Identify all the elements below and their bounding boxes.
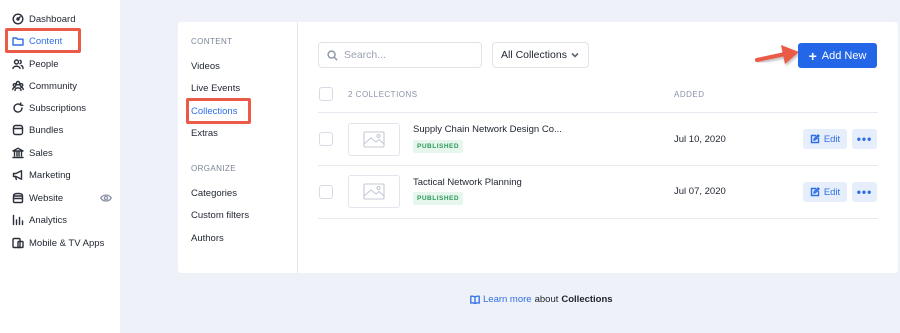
plus-icon: +	[808, 47, 817, 64]
more-options-button[interactable]: •••	[852, 129, 877, 149]
sidebar-item-bundles[interactable]: Bundles	[12, 121, 63, 139]
subnav-item-categories[interactable]: Categories	[191, 188, 237, 199]
collections-highlight-box	[186, 98, 251, 124]
filter-value: All Collections	[501, 49, 567, 61]
sidebar-item-subscriptions[interactable]: Subscriptions	[12, 99, 86, 117]
image-placeholder-icon	[363, 183, 385, 200]
sidebar-item-website[interactable]: Website	[12, 189, 63, 207]
sidebar-item-label: Dashboard	[29, 13, 76, 25]
mobile-tv-icon	[12, 237, 24, 249]
main-sidebar: Dashboard Content People Community Subsc…	[0, 0, 120, 333]
row-divider	[318, 112, 878, 113]
subnav-item-live-events[interactable]: Live Events	[191, 83, 240, 94]
add-new-button[interactable]: + Add New	[798, 43, 877, 68]
image-placeholder-icon	[363, 131, 385, 148]
added-column-header: ADDED	[674, 90, 705, 99]
bundles-icon	[12, 124, 24, 136]
megaphone-icon	[12, 169, 24, 181]
chevron-down-icon	[571, 52, 579, 58]
learn-more-label: Learn more	[483, 294, 532, 305]
sidebar-item-mobile-tv-apps[interactable]: Mobile & TV Apps	[12, 234, 104, 252]
dashboard-icon	[12, 13, 24, 25]
subnav-item-authors[interactable]: Authors	[191, 233, 224, 244]
collection-title[interactable]: Supply Chain Network Design Co...	[413, 124, 562, 135]
sidebar-item-label: Bundles	[29, 124, 64, 136]
edit-button[interactable]: Edit	[803, 182, 847, 202]
collection-title[interactable]: Tactical Network Planning	[413, 177, 522, 188]
analytics-icon	[12, 214, 24, 226]
row-divider	[318, 165, 878, 166]
sales-icon	[12, 147, 24, 159]
sidebar-item-label: Community	[29, 80, 78, 92]
row-checkbox[interactable]	[319, 132, 333, 146]
subnav-heading-organize: ORGANIZE	[191, 164, 236, 173]
community-icon	[12, 80, 24, 92]
book-icon	[470, 295, 480, 304]
edit-label: Edit	[823, 133, 841, 145]
sidebar-item-label: Mobile & TV Apps	[29, 237, 105, 249]
sidebar-item-dashboard[interactable]: Dashboard	[12, 10, 75, 28]
sidebar-item-sales[interactable]: Sales	[12, 144, 53, 162]
sidebar-item-people[interactable]: People	[12, 55, 59, 73]
sidebar-item-marketing[interactable]: Marketing	[12, 166, 71, 184]
collections-count-header: 2 COLLECTIONS	[348, 90, 418, 99]
collection-thumbnail	[348, 175, 400, 208]
subnav-item-videos[interactable]: Videos	[191, 61, 220, 72]
search-input[interactable]	[344, 49, 474, 61]
search-box[interactable]	[318, 42, 482, 68]
more-options-button[interactable]: •••	[852, 182, 877, 202]
sidebar-item-label: Analytics	[29, 214, 68, 226]
sidebar-item-analytics[interactable]: Analytics	[12, 211, 67, 229]
learn-more-link[interactable]: Learn more	[470, 294, 532, 305]
sidebar-item-label: Website	[29, 192, 64, 204]
sidebar-item-label: Subscriptions	[29, 102, 87, 114]
website-icon	[12, 192, 24, 204]
content-card: CONTENT Videos Live Events Collections E…	[178, 22, 898, 273]
subnav-heading-content: CONTENT	[191, 37, 233, 46]
row-divider	[318, 218, 878, 219]
annotation-arrow-icon	[755, 45, 799, 64]
collection-thumbnail	[348, 123, 400, 156]
status-badge: PUBLISHED	[413, 192, 464, 205]
subscriptions-icon	[12, 102, 24, 114]
add-new-label: Add New	[821, 49, 867, 62]
added-date: Jul 10, 2020	[674, 134, 726, 145]
edit-button[interactable]: Edit	[803, 129, 847, 149]
sidebar-item-label: Marketing	[29, 169, 71, 181]
people-icon	[12, 58, 24, 70]
status-badge: PUBLISHED	[413, 140, 464, 153]
search-icon	[327, 49, 338, 61]
subnav-item-custom-filters[interactable]: Custom filters	[191, 210, 249, 221]
sidebar-item-label: Sales	[29, 147, 53, 159]
added-date: Jul 07, 2020	[674, 186, 726, 197]
sidebar-item-community[interactable]: Community	[12, 77, 77, 95]
collections-panel: All Collections + Add New 2 COLLECTIONS …	[298, 22, 898, 273]
footer-subject: Collections	[561, 294, 613, 305]
row-checkbox[interactable]	[319, 185, 333, 199]
footer-text: about	[534, 294, 559, 305]
content-highlight-box	[5, 28, 81, 53]
sidebar-item-label: People	[29, 58, 59, 70]
edit-icon	[810, 134, 820, 144]
select-all-checkbox[interactable]	[319, 87, 333, 101]
help-footer: Learn more about Collections	[0, 294, 900, 305]
subnav-item-extras[interactable]: Extras	[191, 128, 218, 139]
collection-filter-select[interactable]: All Collections	[492, 42, 589, 68]
edit-label: Edit	[823, 186, 841, 198]
eye-icon[interactable]	[100, 193, 112, 203]
edit-icon	[810, 187, 820, 197]
content-subnav: CONTENT Videos Live Events Collections E…	[178, 22, 298, 273]
